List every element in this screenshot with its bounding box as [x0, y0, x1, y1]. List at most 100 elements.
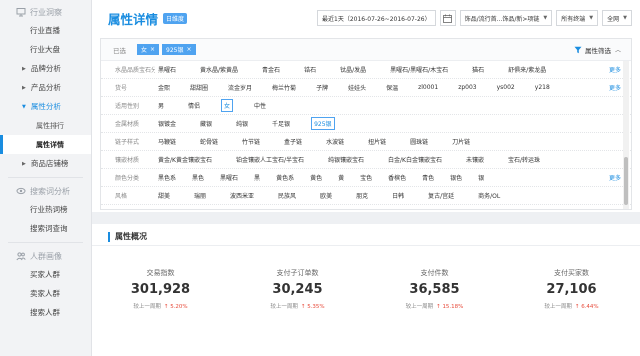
sidebar-section-search[interactable]: 搜索词分析 — [0, 182, 91, 200]
filter-option[interactable]: 情侣 — [185, 99, 203, 112]
category-select[interactable]: 饰品/流行首...饰品/新>项链 ▼ — [459, 10, 553, 26]
filter-option[interactable]: 黑 — [251, 171, 263, 184]
filter-row-label: 风格 — [115, 193, 128, 200]
sidebar: 行业洞察 行业直播 行业大盘 ▶ 品牌分析 ▶ 产品分析 ▼ 属性分析 属性排行… — [0, 0, 92, 356]
filter-option[interactable]: 青色 — [419, 171, 437, 184]
filter-option[interactable]: 圆珠链 — [407, 135, 431, 148]
filter-option[interactable]: 流金岁月 — [225, 81, 255, 94]
filter-option[interactable]: 波西米亚 — [227, 189, 257, 202]
filter-option[interactable]: 青金石 — [259, 63, 283, 76]
date-range-select[interactable]: 最近1天（2016-07-26~2016-07-26） — [317, 10, 436, 26]
filter-option[interactable]: 黑曜石 — [217, 171, 241, 184]
selected-chip[interactable]: 女 × — [137, 44, 160, 55]
sidebar-group-attribute[interactable]: ▼ 属性分析 — [0, 97, 91, 116]
filter-option[interactable]: 香槟色 — [385, 171, 409, 184]
sidebar-item-industry-overview[interactable]: 行业大盘 — [0, 40, 91, 59]
delta-up: ↑ 15.18% — [436, 304, 463, 310]
filter-option[interactable]: 纯银镶嵌宝石 — [325, 153, 367, 166]
filter-option[interactable]: 商务/OL — [475, 189, 503, 202]
filter-option[interactable]: zl0001 — [415, 82, 441, 93]
filter-option[interactable]: zp003 — [455, 82, 479, 93]
sidebar-group-product[interactable]: ▶ 产品分析 — [0, 78, 91, 97]
filter-option[interactable]: 欧美 — [317, 189, 335, 202]
sidebar-item-industry-live[interactable]: 行业直播 — [0, 21, 91, 40]
filter-option[interactable]: 甜甜圈 — [187, 81, 211, 94]
filter-option[interactable]: 白金/K白金镶嵌宝石 — [385, 153, 445, 166]
filter-option[interactable]: 瑞丽 — [191, 189, 209, 202]
filter-option[interactable]: 925银 — [311, 117, 335, 130]
filter-option[interactable]: 水波链 — [323, 135, 347, 148]
sidebar-section-persona[interactable]: 人群画像 — [0, 247, 91, 265]
filter-option[interactable]: 银 — [475, 171, 487, 184]
sidebar-group-brand[interactable]: ▶ 品牌分析 — [0, 59, 91, 78]
filter-option[interactable]: 银色 — [447, 171, 465, 184]
filter-option[interactable]: 藏银 — [197, 117, 215, 130]
filter-option[interactable]: 娃娃头 — [345, 81, 369, 94]
filter-option[interactable]: 未镶嵌 — [463, 153, 487, 166]
filter-option[interactable]: 舒俱来/紫龙晶 — [505, 63, 549, 76]
filter-option[interactable]: 宝色 — [357, 171, 375, 184]
sidebar-section-industry[interactable]: 行业洞察 — [0, 3, 91, 21]
scrollbar-thumb[interactable] — [624, 157, 628, 205]
filter-option[interactable]: 竹节链 — [239, 135, 263, 148]
sidebar-item-word-query[interactable]: 搜索词查询 — [0, 219, 91, 238]
filter-option[interactable]: 甜美 — [155, 189, 173, 202]
filter-option[interactable]: 铂金镶嵌人工宝石/半宝石 — [233, 153, 307, 166]
filter-option[interactable]: 黄色 — [307, 171, 325, 184]
section-title: 属性概况 — [115, 232, 147, 241]
filter-option[interactable]: ys002 — [494, 82, 518, 93]
sidebar-group-label: 品牌分析 — [30, 64, 61, 73]
filter-option[interactable]: 民族风 — [275, 189, 299, 202]
close-icon[interactable]: × — [150, 46, 155, 53]
selected-chip[interactable]: 925银 × — [162, 44, 196, 55]
sidebar-item-searchers[interactable]: 搜索人群 — [0, 303, 91, 322]
filter-option[interactable]: 宝石/转运珠 — [505, 153, 543, 166]
filter-option[interactable]: 盒子链 — [281, 135, 305, 148]
filter-option[interactable]: 子牌 — [313, 81, 331, 94]
sidebar-item-hot-words[interactable]: 行业热词榜 — [0, 200, 91, 219]
calendar-icon[interactable] — [439, 10, 456, 26]
filter-option[interactable]: 黑色 — [189, 171, 207, 184]
chip-label: 925银 — [166, 47, 184, 54]
filter-option[interactable]: 锆石 — [301, 63, 319, 76]
filter-option[interactable]: y218 — [532, 82, 553, 93]
filter-option[interactable]: 黄金/K黄金镶嵌宝石 — [155, 153, 215, 166]
filter-rows: 水晶品质宝石分类黑曜石 黄水晶/紫黄晶 青金石 锆石 钛晶/发晶 黑曜石/黑曜石/木宝石 猫… — [101, 61, 631, 209]
filter-option[interactable]: 黑色系 — [155, 171, 179, 184]
terminal-select[interactable]: 所有终端 ▼ — [556, 10, 599, 26]
sidebar-item-buyers[interactable]: 买家人群 — [0, 265, 91, 284]
filter-option[interactable]: 蛇骨链 — [197, 135, 221, 148]
filter-row-label: 链子样式 — [115, 139, 140, 146]
filter-option[interactable]: 梅兰竹菊 — [269, 81, 299, 94]
filter-option[interactable]: 日韩 — [389, 189, 407, 202]
filter-option[interactable]: 马鞭链 — [155, 135, 179, 148]
filter-option[interactable]: 保温 — [383, 81, 401, 94]
scope-select[interactable]: 全网 ▼ — [602, 10, 632, 26]
sidebar-item-attribute-ranking[interactable]: 属性排行 — [0, 116, 91, 135]
filter-option[interactable]: 女 — [221, 99, 234, 112]
filter-option[interactable]: 复古/宫廷 — [425, 189, 457, 202]
filter-option[interactable]: 银镀金 — [155, 117, 179, 130]
filter-option[interactable]: 扭片链 — [365, 135, 389, 148]
filter-option[interactable]: 黄水晶/紫黄晶 — [197, 63, 241, 76]
filter-option[interactable]: 朋克 — [353, 189, 371, 202]
filter-option[interactable]: 黑曜石/黑曜石/木宝石 — [387, 63, 451, 76]
close-icon[interactable]: × — [187, 46, 192, 53]
filter-option[interactable]: 纯银 — [233, 117, 251, 130]
filter-option[interactable]: 中性 — [251, 99, 269, 112]
filter-option[interactable]: 黄色系 — [273, 171, 297, 184]
sidebar-group-label: 商品店铺榜 — [30, 159, 69, 168]
attribute-filter-toggle[interactable]: 属性筛选 ︿ — [574, 45, 621, 55]
filter-option[interactable]: 黑曜石 — [155, 63, 179, 76]
filter-option[interactable]: 男 — [155, 99, 167, 112]
filter-option[interactable]: 钛晶/发晶 — [337, 63, 369, 76]
sidebar-group-store-rank[interactable]: ▶ 商品店铺榜 — [0, 154, 91, 173]
filter-option[interactable]: 千足银 — [269, 117, 293, 130]
filter-option[interactable]: 猫石 — [469, 63, 487, 76]
filter-option[interactable]: 金熙 — [155, 81, 173, 94]
filter-option[interactable]: 刀片链 — [449, 135, 473, 148]
sidebar-item-sellers[interactable]: 卖家人群 — [0, 284, 91, 303]
filter-option[interactable]: 黄 — [335, 171, 347, 184]
sidebar-item-attribute-detail[interactable]: 属性详情 — [0, 135, 91, 154]
delta-up: ↑ 6.44% — [575, 304, 599, 310]
